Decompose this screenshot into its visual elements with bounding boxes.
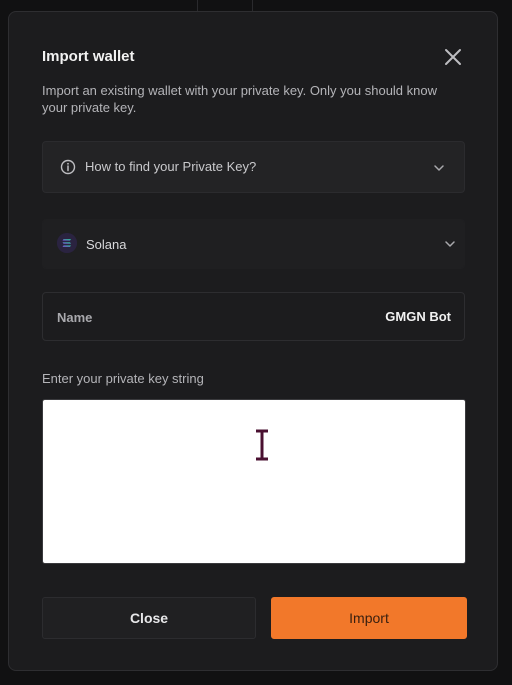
chain-selected-label: Solana bbox=[86, 237, 127, 252]
solana-logo-icon bbox=[57, 233, 77, 253]
close-icon[interactable] bbox=[443, 47, 463, 67]
import-wallet-modal: Import wallet Import an existing wallet … bbox=[8, 11, 498, 671]
private-key-help-accordion[interactable]: How to find your Private Key? bbox=[42, 141, 465, 193]
import-button[interactable]: Import bbox=[271, 597, 467, 639]
chevron-down-icon bbox=[443, 237, 457, 251]
close-button[interactable]: Close bbox=[42, 597, 256, 639]
modal-description: Import an existing wallet with your priv… bbox=[42, 83, 437, 115]
private-key-label: Enter your private key string bbox=[42, 371, 204, 386]
name-label: Name bbox=[57, 310, 93, 325]
wallet-name-field[interactable]: Name GMGN Bot bbox=[42, 292, 465, 341]
chain-select[interactable]: Solana bbox=[42, 219, 465, 269]
accordion-label: How to find your Private Key? bbox=[85, 159, 257, 174]
info-icon bbox=[60, 159, 76, 175]
modal-title: Import wallet bbox=[42, 48, 135, 65]
chevron-down-icon bbox=[432, 161, 446, 175]
name-value[interactable]: GMGN Bot bbox=[385, 309, 451, 324]
private-key-input[interactable] bbox=[42, 399, 466, 564]
